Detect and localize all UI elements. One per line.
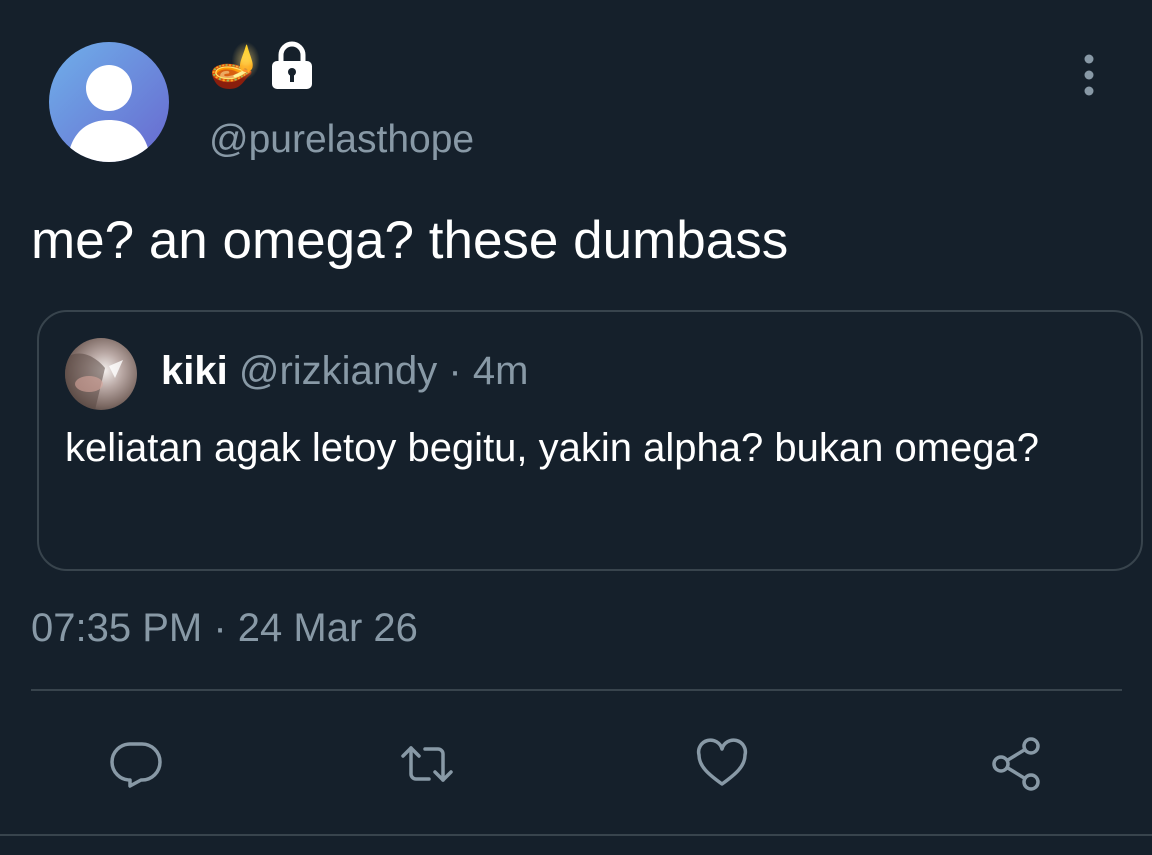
bottom-divider <box>0 834 1152 836</box>
share-button[interactable] <box>988 736 1044 792</box>
tweet-timestamp: 07:35 PM · 24 Mar 26 <box>31 604 418 652</box>
tweet-text: me? an omega? these dumbass <box>31 211 789 270</box>
more-options-button[interactable] <box>1066 52 1112 98</box>
reply-icon <box>110 742 162 788</box>
retweet-button[interactable] <box>399 736 455 792</box>
quote-author-name[interactable]: kiki <box>161 349 228 393</box>
tweet-time: 07:35 PM <box>31 606 203 650</box>
author-avatar[interactable] <box>49 42 169 162</box>
reply-button[interactable] <box>108 736 164 792</box>
quote-separator: · <box>448 349 462 393</box>
default-user-icon <box>49 42 169 162</box>
diya-lamp-emoji: 🪔 <box>209 41 262 90</box>
quote-author-handle[interactable]: @rizkiandy <box>239 349 437 393</box>
quote-time: 4m <box>472 349 529 393</box>
more-vertical-icon <box>1084 54 1094 96</box>
quote-text: keliatan agak letoy begitu, yakin alpha?… <box>65 426 1040 470</box>
profile-photo <box>65 338 137 410</box>
quoted-tweet-card[interactable]: kiki @rizkiandy · 4m keliatan agak letoy… <box>37 310 1143 571</box>
lock-icon <box>272 41 313 89</box>
timestamp-separator: · <box>213 606 227 650</box>
share-icon <box>992 737 1040 791</box>
tweet-date: 24 Mar 26 <box>237 606 418 650</box>
retweet-icon <box>401 746 453 782</box>
like-button[interactable] <box>694 736 750 792</box>
quote-header: kiki @rizkiandy · 4m <box>161 347 528 395</box>
like-icon <box>696 738 748 786</box>
divider <box>31 689 1122 691</box>
author-display-name[interactable]: 🪔 <box>209 38 315 94</box>
author-handle[interactable]: @purelasthope <box>209 117 474 163</box>
quote-author-avatar[interactable] <box>65 338 137 410</box>
tweet-detail: 🪔 @purelasthope me? an omega? these dumb… <box>0 0 1152 855</box>
